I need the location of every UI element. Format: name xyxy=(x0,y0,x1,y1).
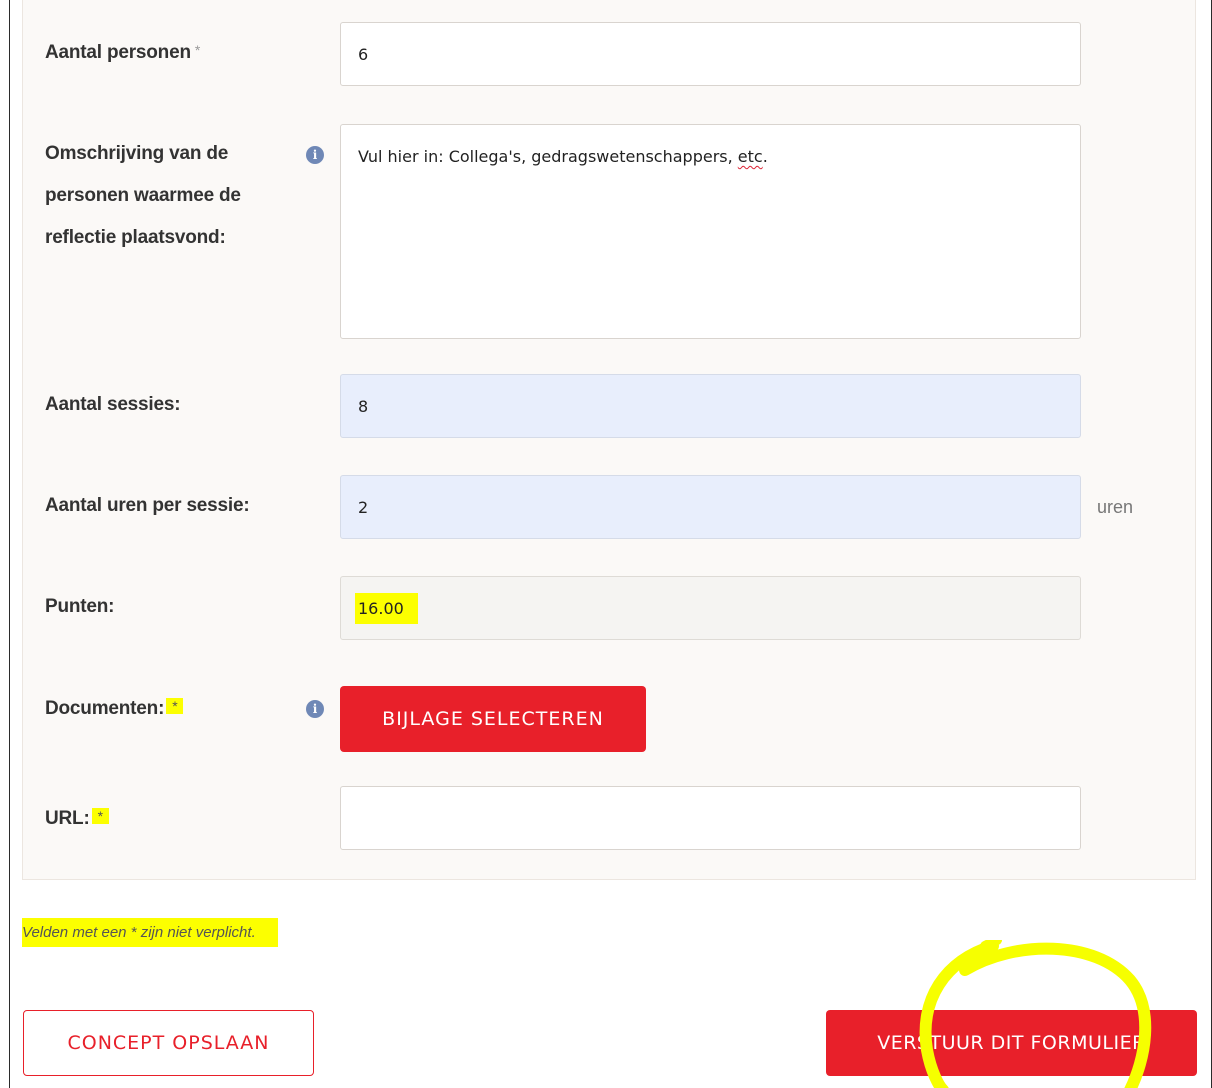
uren-per-sessie-label: Aantal uren per sessie: xyxy=(45,495,250,516)
aantal-personen-label-text: Aantal personen xyxy=(45,42,191,63)
aantal-sessies-input[interactable]: 8 xyxy=(340,374,1081,438)
omschrijving-label-line1: Omschrijving van de xyxy=(45,143,229,164)
verstuur-formulier-button[interactable]: VERSTUUR DIT FORMULIER xyxy=(826,1010,1197,1076)
documenten-label: Documenten: * xyxy=(45,698,184,720)
uren-per-sessie-value: 2 xyxy=(358,497,369,517)
omschrijving-textarea[interactable]: Vul hier in: Collega's, gedragswetenscha… xyxy=(340,124,1081,339)
omschrijving-label-line2: personen waarmee de xyxy=(45,185,241,206)
punten-value: 16.00 xyxy=(355,592,418,624)
aantal-personen-input[interactable]: 6 xyxy=(340,22,1081,86)
omschrijving-value-text: Vul hier in: Collega's, gedragswetenscha… xyxy=(358,147,738,166)
url-label-text: URL: xyxy=(45,808,90,829)
required-mark: * xyxy=(166,698,184,714)
bijlage-selecteren-button[interactable]: BIJLAGE SELECTEREN xyxy=(340,686,646,752)
info-icon[interactable]: i xyxy=(306,146,324,164)
uren-per-sessie-input[interactable]: 2 xyxy=(340,475,1081,539)
required-mark: * xyxy=(194,42,201,58)
aantal-personen-value: 6 xyxy=(358,44,369,64)
info-icon[interactable]: i xyxy=(306,700,324,718)
concept-opslaan-button[interactable]: CONCEPT OPSLAAN xyxy=(23,1010,314,1076)
omschrijving-label: Omschrijving van de personen waarmee de … xyxy=(45,133,241,259)
omschrijving-value-end: . xyxy=(762,147,768,166)
aantal-personen-label: Aantal personen * xyxy=(45,42,200,64)
documenten-label-text: Documenten: xyxy=(45,698,165,719)
uren-unit-label: uren xyxy=(1097,497,1134,517)
required-mark: * xyxy=(91,808,109,824)
punten-field: 16.00 xyxy=(340,576,1081,640)
aantal-sessies-value: 8 xyxy=(358,396,369,416)
url-input[interactable] xyxy=(340,786,1081,850)
punten-label: Punten: xyxy=(45,596,115,617)
omschrijving-value: Vul hier in: Collega's, gedragswetenscha… xyxy=(358,147,768,166)
url-label: URL: * xyxy=(45,808,109,830)
spellcheck-word: etc xyxy=(737,147,763,166)
omschrijving-label-line3: reflectie plaatsvond: xyxy=(45,227,226,248)
aantal-sessies-label: Aantal sessies: xyxy=(45,394,181,415)
optional-fields-note: Velden met een * zijn niet verplicht. xyxy=(22,918,278,947)
frame-border-left xyxy=(9,0,10,1088)
